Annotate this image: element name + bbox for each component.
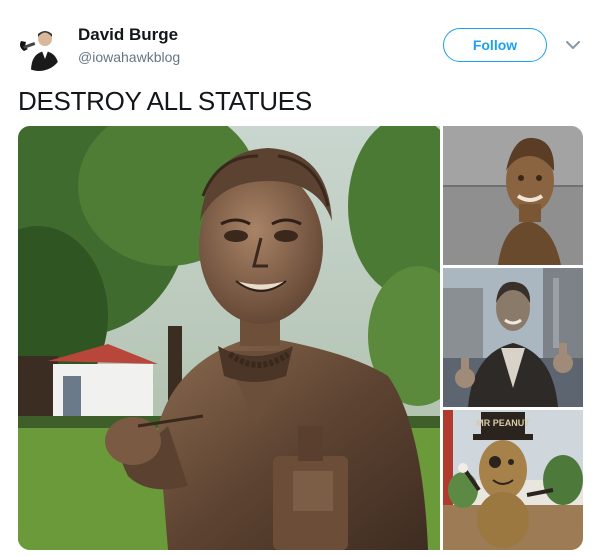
- follow-button[interactable]: Follow: [443, 28, 547, 62]
- avatar-icon: [15, 23, 63, 71]
- peanut-mascot-statue-photo[interactable]: MR PEANUT: [443, 410, 583, 550]
- sign-text: MR PEANUT: [476, 418, 530, 428]
- statue-lady-photo[interactable]: [18, 126, 440, 550]
- tweet-card: David Burge @iowahawkblog Follow DESTROY…: [0, 0, 600, 556]
- tweet-text: DESTROY ALL STATUES: [18, 86, 312, 116]
- leather-jacket-statue-photo[interactable]: [443, 268, 583, 407]
- bust-photo[interactable]: [443, 126, 583, 265]
- media-grid: MR PEANUT: [18, 126, 583, 550]
- author-handle[interactable]: @iowahawkblog: [78, 49, 180, 65]
- chevron-down-icon[interactable]: [562, 36, 584, 54]
- avatar[interactable]: [15, 23, 63, 71]
- author-name[interactable]: David Burge: [78, 25, 178, 45]
